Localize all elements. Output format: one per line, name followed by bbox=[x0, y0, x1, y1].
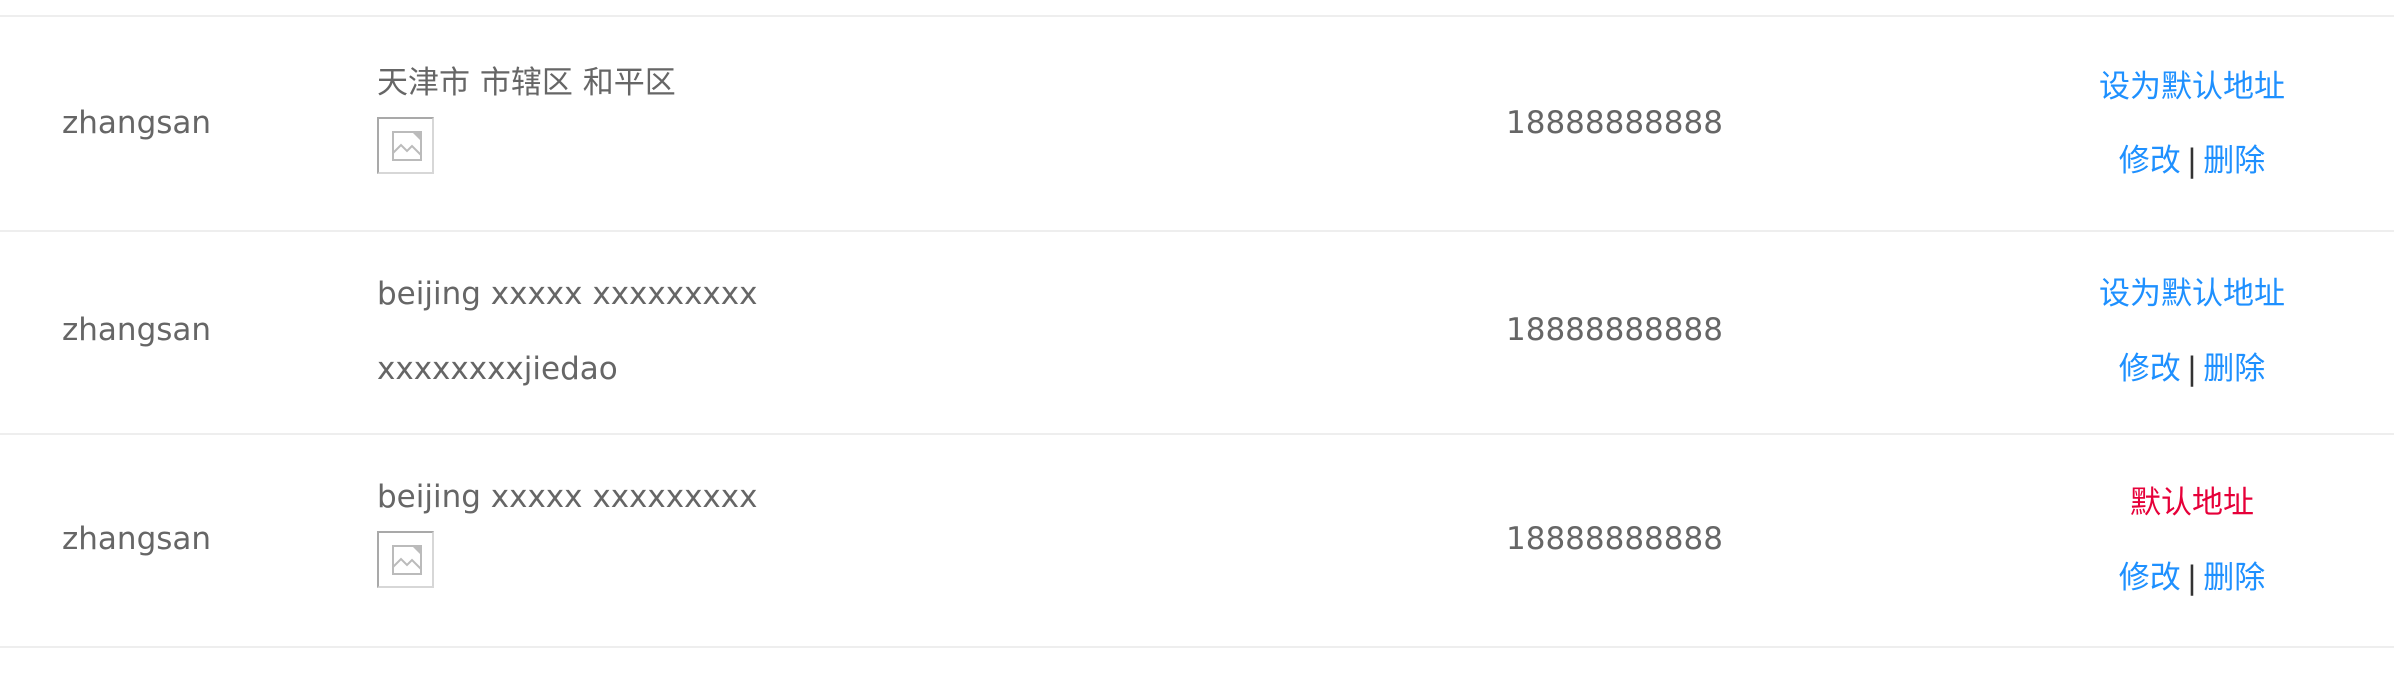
delete-link[interactable]: 删除 bbox=[2203, 351, 2265, 387]
address-row: zhangsan 天津市 市辖区 和平区 18888888888 设为默认地址 … bbox=[0, 17, 2394, 232]
action-separator: | bbox=[2186, 143, 2198, 179]
address-line-2: xxxxxxxxjiedao bbox=[377, 351, 618, 387]
edit-link[interactable]: 修改 bbox=[2119, 351, 2181, 387]
delete-link[interactable]: 删除 bbox=[2203, 560, 2265, 596]
address-line: 天津市 市辖区 和平区 bbox=[377, 65, 676, 101]
action-separator: | bbox=[2186, 351, 2198, 387]
set-default-link[interactable]: 设为默认地址 bbox=[2099, 276, 2285, 312]
edit-link[interactable]: 修改 bbox=[2119, 143, 2181, 179]
broken-image-icon bbox=[392, 131, 422, 161]
action-separator: | bbox=[2186, 560, 2198, 596]
address-row: zhangsan beijing xxxxx xxxxxxxxx xxxxxxx… bbox=[0, 232, 2394, 435]
address-row: zhangsan beijing xxxxx xxxxxxxxx 1888888… bbox=[0, 435, 2394, 648]
recipient-name: zhangsan bbox=[62, 312, 212, 348]
phone-number: 18888888888 bbox=[1506, 105, 1723, 141]
recipient-name: zhangsan bbox=[62, 105, 212, 141]
default-address-badge: 默认地址 bbox=[2130, 485, 2254, 521]
edit-link[interactable]: 修改 bbox=[2119, 560, 2181, 596]
address-line: beijing xxxxx xxxxxxxxx bbox=[377, 479, 758, 515]
address-image bbox=[377, 531, 434, 588]
address-line: beijing xxxxx xxxxxxxxx bbox=[377, 276, 758, 312]
broken-image-icon bbox=[392, 545, 422, 575]
phone-number: 18888888888 bbox=[1506, 312, 1723, 348]
phone-number: 18888888888 bbox=[1506, 521, 1723, 557]
set-default-link[interactable]: 设为默认地址 bbox=[2099, 69, 2285, 105]
address-image bbox=[377, 117, 434, 174]
recipient-name: zhangsan bbox=[62, 521, 212, 557]
delete-link[interactable]: 删除 bbox=[2203, 143, 2265, 179]
